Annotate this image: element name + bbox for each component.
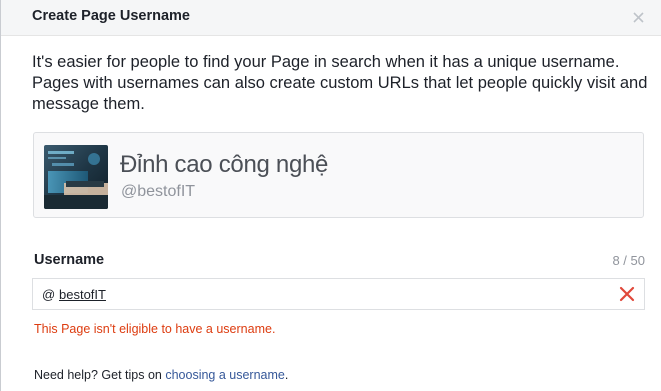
clear-x-icon <box>619 286 635 302</box>
page-preview-card: Đỉnh cao công nghệ @bestofIT <box>33 132 644 218</box>
create-username-dialog: Create Page Username It's easier for peo… <box>0 0 661 391</box>
error-message: This Page isn't eligible to have a usern… <box>34 322 276 336</box>
page-name: Đỉnh cao công nghệ <box>120 151 329 178</box>
page-handle: @bestofIT <box>121 183 196 200</box>
clear-input-button[interactable] <box>618 285 636 303</box>
help-prefix: Need help? Get tips on <box>34 368 166 382</box>
at-prefix: @ <box>42 287 56 302</box>
username-label: Username <box>34 252 105 268</box>
username-input[interactable]: @ bestofIT <box>32 278 645 310</box>
intro-text: It's easier for people to find your Page… <box>32 53 648 113</box>
choosing-username-link[interactable]: choosing a username <box>165 368 285 382</box>
dialog-header: Create Page Username <box>1 0 661 36</box>
username-value[interactable]: bestofIT <box>59 287 106 302</box>
help-suffix: . <box>284 368 289 382</box>
close-button[interactable] <box>628 7 648 27</box>
character-counter: 8 / 50 <box>612 253 645 268</box>
close-icon <box>632 11 644 23</box>
dialog-title: Create Page Username <box>32 8 190 24</box>
page-avatar <box>44 145 108 209</box>
help-text: Need help? Get tips on choosing a userna… <box>34 368 288 382</box>
